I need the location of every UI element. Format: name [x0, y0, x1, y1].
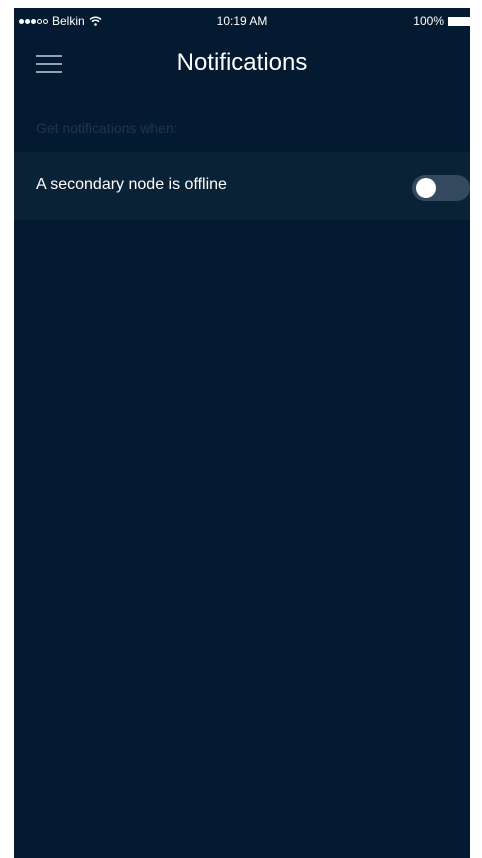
- toggle-knob: [416, 178, 436, 198]
- header: Notifications: [14, 32, 470, 88]
- battery-percent: 100%: [413, 14, 444, 28]
- app-screen: Belkin 10:19 AM 100% Notifications Get n…: [14, 8, 470, 858]
- status-right: 100%: [413, 14, 470, 28]
- battery-icon: [448, 16, 470, 26]
- status-bar: Belkin 10:19 AM 100%: [14, 8, 470, 32]
- status-time: 10:19 AM: [216, 14, 268, 28]
- secondary-node-offline-toggle[interactable]: [412, 175, 470, 201]
- page-title: Notifications: [176, 49, 308, 76]
- setting-row-secondary-node-offline: A secondary node is offline: [14, 152, 470, 220]
- setting-label: A secondary node is offline: [36, 176, 227, 193]
- section-label: Get notifications when:: [36, 120, 178, 136]
